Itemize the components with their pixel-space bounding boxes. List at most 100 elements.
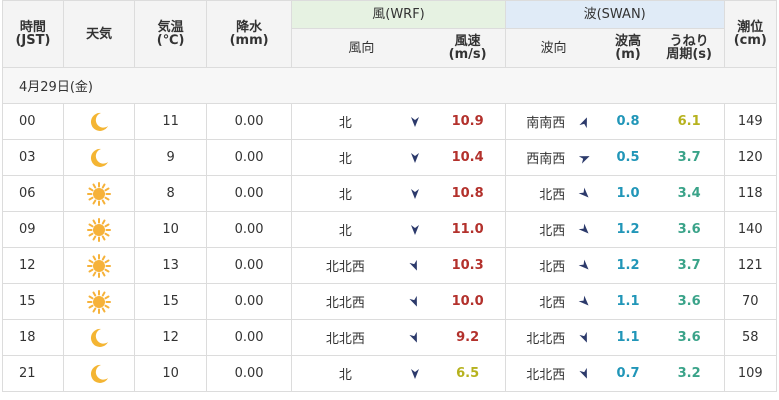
precip-cell: 0.00 bbox=[205, 175, 293, 212]
tide-cell: 120 bbox=[723, 139, 778, 176]
header-swell-period: うねり 周期(s) bbox=[654, 28, 725, 68]
temp-cell: 10 bbox=[134, 211, 207, 248]
wind-speed-cell: 10.8 bbox=[430, 175, 506, 212]
wind-arrow-icon bbox=[398, 355, 431, 392]
wave-height-cell: 1.0 bbox=[601, 175, 655, 212]
time-cell: 12 bbox=[2, 247, 64, 284]
moon-icon bbox=[86, 148, 112, 167]
table-row: 18 12 0.00 北北西 9.2 北北西 1.1 3.6 58 bbox=[2, 319, 778, 356]
tide-cell: 109 bbox=[723, 355, 778, 392]
moon-icon bbox=[86, 112, 112, 131]
wind-arrow-icon bbox=[398, 103, 431, 140]
swell-period-cell: 3.7 bbox=[654, 139, 725, 176]
table-row: 09 10 0.00 北 11.0 北西 1.2 3.6 140 bbox=[2, 211, 778, 248]
header-time: 時間 (JST) bbox=[2, 0, 64, 68]
wind-dir-cell: 北 bbox=[291, 211, 399, 248]
wave-dir-cell: 南南西 bbox=[504, 103, 570, 140]
swell-period-cell: 3.2 bbox=[654, 355, 725, 392]
wind-arrow-icon bbox=[398, 175, 431, 212]
header-precip: 降水 (mm) bbox=[205, 0, 293, 68]
weather-cell bbox=[62, 283, 136, 320]
precip-cell: 0.00 bbox=[205, 283, 293, 320]
precip-cell: 0.00 bbox=[205, 103, 293, 140]
table-row: 12 13 0.00 北北西 10.3 北西 1.2 3.7 121 bbox=[2, 247, 778, 284]
temp-cell: 10 bbox=[134, 355, 207, 392]
time-cell: 21 bbox=[2, 355, 64, 392]
table-row: 00 11 0.00 北 10.9 南南西 0.8 6.1 149 bbox=[2, 103, 778, 140]
swell-period-cell: 3.4 bbox=[654, 175, 725, 212]
forecast-table: 時間 (JST) 天気 気温 (℃) 降水 (mm) 風(WRF) 波(SWAN… bbox=[2, 0, 778, 392]
wind-speed-cell: 6.5 bbox=[430, 355, 506, 392]
table-row: 15 15 0.00 北北西 10.0 北西 1.1 3.6 70 bbox=[2, 283, 778, 320]
wave-dir-cell: 北北西 bbox=[504, 355, 570, 392]
time-cell: 15 bbox=[2, 283, 64, 320]
header-wind-speed: 風速 (m/s) bbox=[430, 28, 506, 68]
header-tide: 潮位 (cm) bbox=[723, 0, 778, 68]
weather-cell bbox=[62, 319, 136, 356]
wind-arrow-icon bbox=[398, 211, 431, 248]
wave-dir-cell: 北西 bbox=[504, 283, 570, 320]
wind-dir-cell: 北 bbox=[291, 139, 399, 176]
wave-height-cell: 0.7 bbox=[601, 355, 655, 392]
wave-height-cell: 1.2 bbox=[601, 247, 655, 284]
table-row: 21 10 0.00 北 6.5 北北西 0.7 3.2 109 bbox=[2, 355, 778, 392]
swell-period-cell: 3.7 bbox=[654, 247, 725, 284]
header-wind-group: 風(WRF) bbox=[291, 0, 506, 29]
header-wind-dir: 風向 bbox=[291, 28, 431, 68]
wave-dir-cell: 北西 bbox=[504, 211, 570, 248]
swell-period-cell: 3.6 bbox=[654, 211, 725, 248]
header-wave-height: 波高 (m) bbox=[601, 28, 655, 68]
wind-speed-cell: 10.9 bbox=[430, 103, 506, 140]
weather-cell bbox=[62, 355, 136, 392]
wave-arrow-icon bbox=[569, 247, 602, 284]
wind-speed-cell: 10.3 bbox=[430, 247, 506, 284]
wave-arrow-icon bbox=[569, 283, 602, 320]
wind-dir-cell: 北 bbox=[291, 355, 399, 392]
wave-height-cell: 1.2 bbox=[601, 211, 655, 248]
time-cell: 18 bbox=[2, 319, 64, 356]
header-temp: 気温 (℃) bbox=[134, 0, 207, 68]
header-weather: 天気 bbox=[62, 0, 136, 68]
precip-cell: 0.00 bbox=[205, 247, 293, 284]
wind-arrow-icon bbox=[398, 283, 431, 320]
wind-speed-cell: 10.0 bbox=[430, 283, 506, 320]
time-cell: 09 bbox=[2, 211, 64, 248]
temp-cell: 8 bbox=[134, 175, 207, 212]
sun-icon bbox=[86, 217, 112, 242]
wave-dir-cell: 西南西 bbox=[504, 139, 570, 176]
wind-speed-cell: 10.4 bbox=[430, 139, 506, 176]
wave-arrow-icon bbox=[569, 319, 602, 356]
swell-period-cell: 6.1 bbox=[654, 103, 725, 140]
time-cell: 06 bbox=[2, 175, 64, 212]
wave-dir-cell: 北西 bbox=[504, 175, 570, 212]
precip-cell: 0.00 bbox=[205, 139, 293, 176]
swell-period-cell: 3.6 bbox=[654, 283, 725, 320]
table-row: 03 9 0.00 北 10.4 西南西 0.5 3.7 120 bbox=[2, 139, 778, 176]
wave-height-cell: 0.5 bbox=[601, 139, 655, 176]
wave-dir-cell: 北北西 bbox=[504, 319, 570, 356]
time-cell: 03 bbox=[2, 139, 64, 176]
precip-cell: 0.00 bbox=[205, 355, 293, 392]
temp-cell: 13 bbox=[134, 247, 207, 284]
table-row: 06 8 0.00 北 10.8 北西 1.0 3.4 118 bbox=[2, 175, 778, 212]
wave-arrow-icon bbox=[569, 355, 602, 392]
sun-icon bbox=[86, 253, 112, 278]
wind-dir-cell: 北北西 bbox=[291, 247, 399, 284]
date-label: 4月29日(金) bbox=[2, 67, 777, 104]
wave-arrow-icon bbox=[569, 103, 602, 140]
header-wave-group: 波(SWAN) bbox=[504, 0, 725, 29]
wind-speed-cell: 11.0 bbox=[430, 211, 506, 248]
precip-cell: 0.00 bbox=[205, 319, 293, 356]
tide-cell: 121 bbox=[723, 247, 778, 284]
header-wave-dir: 波向 bbox=[504, 28, 602, 68]
tide-cell: 70 bbox=[723, 283, 778, 320]
wave-dir-cell: 北西 bbox=[504, 247, 570, 284]
precip-cell: 0.00 bbox=[205, 211, 293, 248]
moon-icon bbox=[86, 364, 112, 383]
wind-dir-cell: 北北西 bbox=[291, 319, 399, 356]
wind-speed-cell: 9.2 bbox=[430, 319, 506, 356]
sun-icon bbox=[86, 289, 112, 314]
wind-dir-cell: 北北西 bbox=[291, 283, 399, 320]
moon-icon bbox=[86, 328, 112, 347]
weather-cell bbox=[62, 247, 136, 284]
